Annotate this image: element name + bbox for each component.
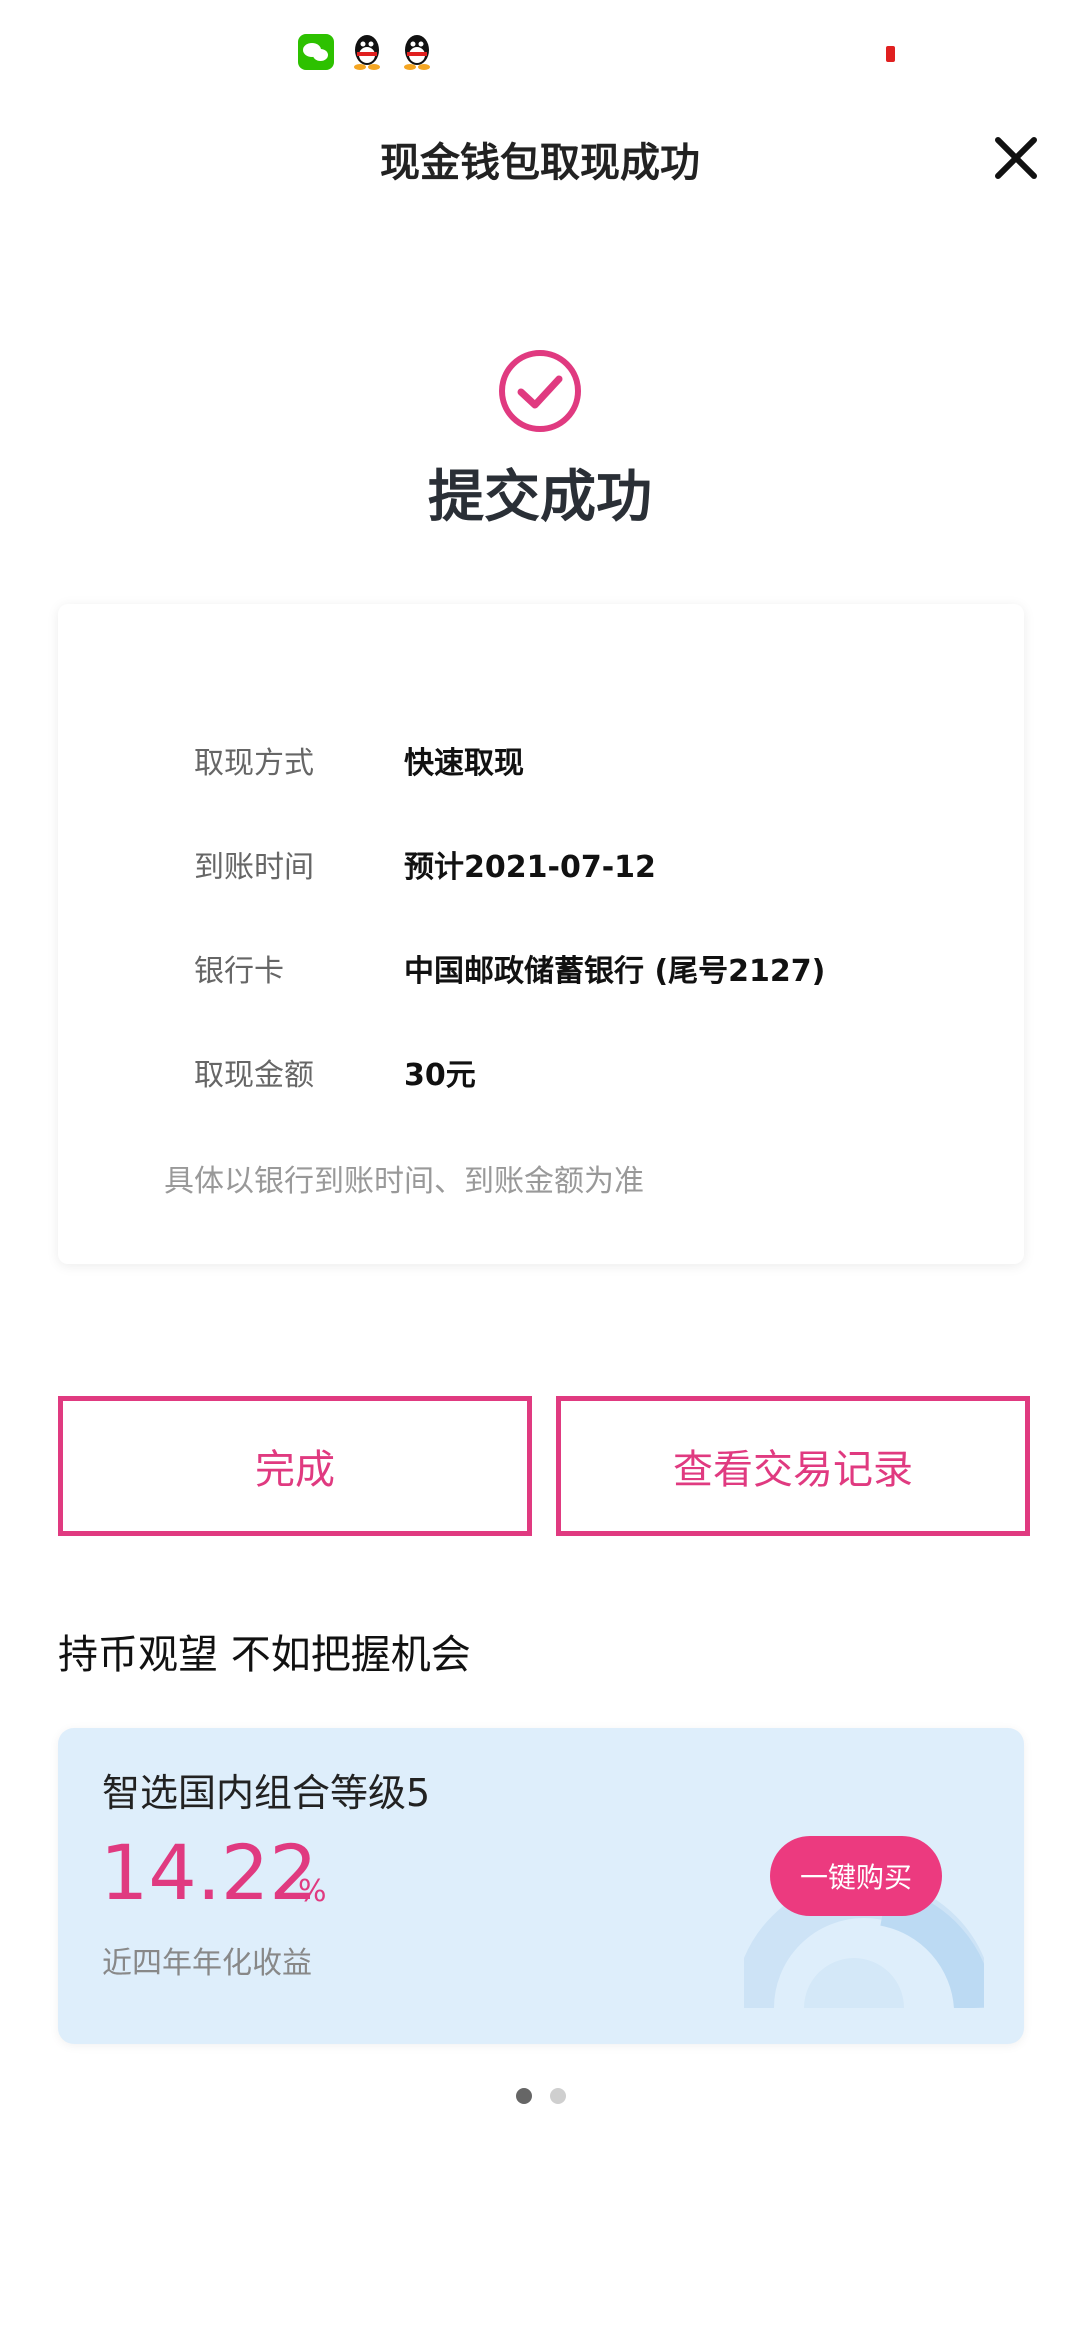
page-title: 现金钱包取现成功 xyxy=(380,140,700,186)
withdraw-info-card: 取现方式 快速取现 到账时间 预计2021-07-12 银行卡 中国邮政储蓄银行… xyxy=(58,604,1024,1264)
info-value: 快速取现 xyxy=(404,746,524,781)
info-value: 预计2021-07-12 xyxy=(404,850,656,885)
info-value: 30元 xyxy=(404,1058,476,1093)
info-label: 银行卡 xyxy=(194,954,284,989)
info-label: 取现金额 xyxy=(194,1058,314,1093)
header: 现金钱包取现成功 xyxy=(0,110,1080,210)
status-bar xyxy=(0,0,1080,100)
info-note: 具体以银行到账时间、到账金额为准 xyxy=(164,1164,644,1199)
wechat-icon xyxy=(298,34,334,70)
info-row-method: 取现方式 快速取现 xyxy=(58,728,1024,788)
check-circle-icon xyxy=(499,350,581,432)
product-name: 智选国内组合等级5 xyxy=(102,1771,431,1815)
info-row-bank-card: 银行卡 中国邮政储蓄银行 (尾号2127) xyxy=(58,936,1024,996)
pagination-dot[interactable] xyxy=(550,2088,566,2104)
done-button[interactable]: 完成 xyxy=(58,1396,532,1536)
info-label: 到账时间 xyxy=(194,850,314,885)
close-icon[interactable] xyxy=(990,132,1042,184)
info-label: 取现方式 xyxy=(194,746,314,781)
rate-unit: % xyxy=(298,1874,327,1909)
promo-card[interactable]: 智选国内组合等级5 14.22 % 近四年年化收益 一键购买 xyxy=(58,1728,1024,2044)
info-row-amount: 取现金额 30元 xyxy=(58,1040,1024,1100)
promo-heading: 持币观望 不如把握机会 xyxy=(58,1632,471,1678)
rate-label: 近四年年化收益 xyxy=(102,1946,312,1981)
success-title: 提交成功 xyxy=(428,465,652,530)
battery-icon xyxy=(886,46,895,62)
info-value: 中国邮政储蓄银行 (尾号2127) xyxy=(404,954,826,989)
qq-icon xyxy=(404,35,430,70)
one-click-buy-button[interactable]: 一键购买 xyxy=(770,1836,942,1916)
qq-icon xyxy=(354,35,380,70)
info-row-arrival-time: 到账时间 预计2021-07-12 xyxy=(58,832,1024,892)
rate-value: 14.22 xyxy=(100,1828,318,1917)
withdraw-success-page: 现金钱包取现成功 提交成功 取现方式 快速取现 到账时间 预计2021-07-1… xyxy=(0,0,1080,2340)
pagination-dot-active[interactable] xyxy=(516,2088,532,2104)
view-records-button[interactable]: 查看交易记录 xyxy=(556,1396,1030,1536)
